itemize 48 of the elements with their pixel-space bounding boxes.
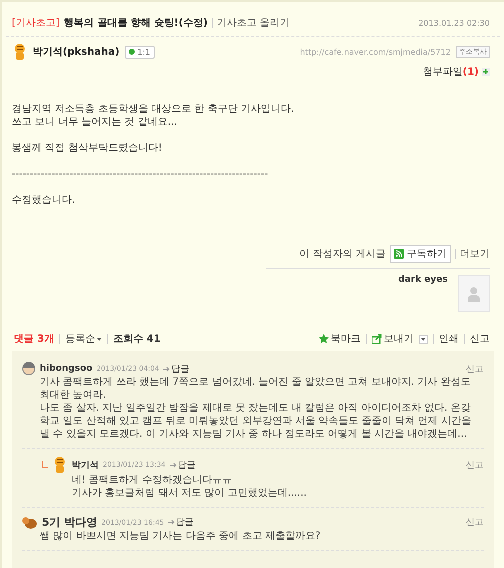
comment-author[interactable]: hibongsoo: [40, 364, 93, 374]
more-link[interactable]: 더보기: [460, 247, 490, 261]
body-text: 쓰고 보니 너무 늘어지는 것 같네요...: [12, 116, 178, 129]
category-label: [기사초고]: [12, 17, 60, 30]
body-text: 수정했습니다.: [12, 194, 76, 207]
post-date: 2013.01.23 02:30: [418, 18, 490, 28]
author-posts-label: 이 작성자의 게시글: [300, 248, 386, 261]
reply-arrow-icon: [163, 366, 170, 372]
star-icon: [319, 334, 329, 344]
comment-count: 댓글 3개: [14, 333, 54, 346]
caret-icon: [421, 338, 426, 340]
send-button[interactable]: 보내기: [372, 332, 414, 346]
body-text: 경남지역 저소득층 초등학생을 대상으로 한 축구단 기사입니다.: [12, 103, 296, 116]
bookmark-button[interactable]: 북마크: [319, 332, 361, 346]
reply-link[interactable]: 답글: [170, 458, 196, 472]
board-link[interactable]: 기사초고 올리기: [216, 16, 290, 30]
comment-text: 쌤 많이 바쁘시면 지능팀 기사는 다음주 중에 초고 제출할까요?: [40, 530, 322, 543]
caret-icon: [97, 338, 102, 340]
subscribe-button[interactable]: 구독하기: [390, 245, 451, 263]
comment-author[interactable]: 5기 박다영: [42, 515, 98, 530]
comment-text: 기사가 홍보글처럼 돼서 저도 많이 고민했었는데......: [72, 487, 308, 500]
view-count: 조회수 41: [113, 333, 161, 346]
action-link[interactable]: 인쇄: [439, 332, 459, 346]
reply-arrow-icon: [170, 462, 177, 468]
sort-dropdown[interactable]: 등록순: [65, 332, 102, 346]
comment-text: 기사 콤팩트하게 쓰라 했는데 7쪽으로 넘어갔네. 늘어진 줄 알았으면 고쳐 보내야지. 기사 완성도 최대한 높여라.: [40, 376, 472, 402]
reply-link[interactable]: 답글: [168, 516, 194, 529]
body-text: -----------------------------------------------------------------------: [12, 168, 270, 181]
comment-text: 네! 콤팩트하게 수정하겠습니다ㅠㅠ: [72, 474, 234, 487]
rss-icon: [394, 249, 404, 259]
attachment-link[interactable]: 첨부파일(1): [422, 65, 479, 79]
send-options-dropdown[interactable]: [419, 334, 428, 344]
plus-icon[interactable]: [482, 68, 490, 76]
person-icon: [468, 286, 480, 302]
comment-text: 나도 좀 살자. 지난 일주일간 밤잠을 제대로 못 잤는데도 내 칼럼은 아직 아이디어조차 없다. 온갖 학교 일도 산적해 있고 캠프 뒤로 미뤄놓았던 외부강연과 서울 약속들도 줄줄이 닥쳐 언제 시간을 낼 수 있을지 모르겠다. 이 기사와 지능팀 기사 중 하나 정도라도 어떻게 볼 시간을 내야겠는데...: [40, 402, 472, 441]
comment-author[interactable]: 박기석: [72, 458, 99, 472]
chat-badge[interactable]: 1:1: [124, 46, 155, 58]
reply-link[interactable]: 답글: [163, 362, 190, 376]
reply-arrow-icon: [168, 520, 176, 525]
avatar-icon: [22, 362, 36, 376]
reply-connector-icon: [42, 461, 48, 469]
share-icon: [372, 334, 382, 344]
post-url: http://cafe.naver.com/smjmedia/5712: [300, 48, 451, 56]
action-link[interactable]: 신고: [470, 332, 490, 346]
body-text: 봉샘께 직접 첨삭부탁드렸습니다!: [12, 142, 164, 155]
author-name[interactable]: 박기석(pkshaha): [33, 45, 120, 59]
post-title: 행복의 골대를 향해 슛팅!(수정): [64, 17, 208, 30]
profile-name: dark eyes: [398, 275, 448, 287]
